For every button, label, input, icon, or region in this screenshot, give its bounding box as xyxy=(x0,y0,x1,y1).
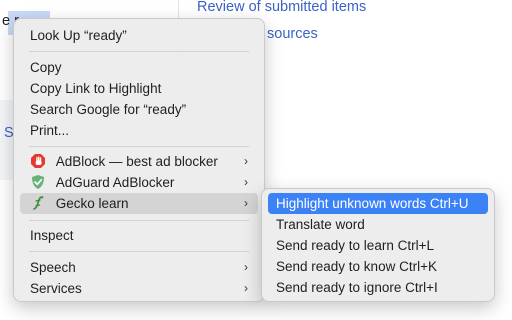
menu-item-label: Print... xyxy=(30,123,70,138)
menu-item-label: Copy Link to Highlight xyxy=(30,81,162,96)
menu-item-label: Copy xyxy=(30,60,62,75)
menu-item-services[interactable]: Services › xyxy=(20,278,258,299)
menu-separator xyxy=(29,51,249,52)
menu-item-label: AdGuard AdBlocker xyxy=(55,175,175,190)
menu-item-copy[interactable]: Copy xyxy=(20,57,258,78)
chevron-right-icon: › xyxy=(244,154,248,168)
menu-item-speech[interactable]: Speech › xyxy=(20,257,258,278)
submenu-item-label: Highlight unknown words Ctrl+U xyxy=(276,196,469,211)
menu-item-label: Search Google for “ready” xyxy=(30,102,187,117)
menu-item-search-google[interactable]: Search Google for “ready” xyxy=(20,99,258,120)
menu-item-adguard[interactable]: AdGuard AdBlocker › xyxy=(20,172,258,193)
menu-item-label: Services xyxy=(30,281,82,296)
menu-separator xyxy=(29,251,249,252)
menu-item-copy-link[interactable]: Copy Link to Highlight xyxy=(20,78,258,99)
menu-item-label: Inspect xyxy=(30,228,74,243)
review-link[interactable]: Review of submitted items xyxy=(197,0,366,15)
menu-separator xyxy=(29,220,249,221)
submenu-item-label: Send ready to know Ctrl+K xyxy=(276,259,437,274)
menu-item-label: Gecko learn xyxy=(55,196,129,211)
menu-separator xyxy=(29,146,249,147)
submenu-item-label: Translate word xyxy=(276,217,365,232)
menu-item-gecko-learn[interactable]: Gecko learn › xyxy=(20,193,258,214)
submenu-item-send-know[interactable]: Send ready to know Ctrl+K xyxy=(268,256,488,277)
chevron-right-icon: › xyxy=(244,175,248,189)
gecko-icon xyxy=(30,195,46,211)
menu-item-label: AdBlock — best ad blocker xyxy=(55,154,218,169)
chevron-right-icon: › xyxy=(244,196,248,210)
sources-link[interactable]: sources xyxy=(267,26,318,42)
submenu-item-send-learn[interactable]: Send ready to learn Ctrl+L xyxy=(268,235,488,256)
chevron-right-icon: › xyxy=(244,260,248,274)
context-menu: Look Up “ready” Copy Copy Link to Highli… xyxy=(13,18,265,302)
menu-item-inspect[interactable]: Inspect xyxy=(20,225,258,246)
submenu-item-highlight-unknown[interactable]: Highlight unknown words Ctrl+U xyxy=(268,193,488,214)
menu-item-look-up[interactable]: Look Up “ready” xyxy=(20,25,258,46)
menu-item-print[interactable]: Print... xyxy=(20,120,258,141)
submenu-item-translate[interactable]: Translate word xyxy=(268,214,488,235)
submenu-item-label: Send ready to learn Ctrl+L xyxy=(276,238,434,253)
submenu-item-send-ignore[interactable]: Send ready to ignore Ctrl+I xyxy=(268,277,488,298)
gecko-submenu: Highlight unknown words Ctrl+U Translate… xyxy=(261,188,495,302)
stop-hand-icon xyxy=(30,153,46,169)
menu-item-label: Look Up “ready” xyxy=(30,28,127,43)
chevron-right-icon: › xyxy=(244,281,248,295)
shield-check-icon xyxy=(30,174,46,190)
submenu-item-label: Send ready to ignore Ctrl+I xyxy=(276,280,438,295)
menu-item-adblock[interactable]: AdBlock — best ad blocker › xyxy=(20,151,258,172)
menu-item-label: Speech xyxy=(30,260,76,275)
